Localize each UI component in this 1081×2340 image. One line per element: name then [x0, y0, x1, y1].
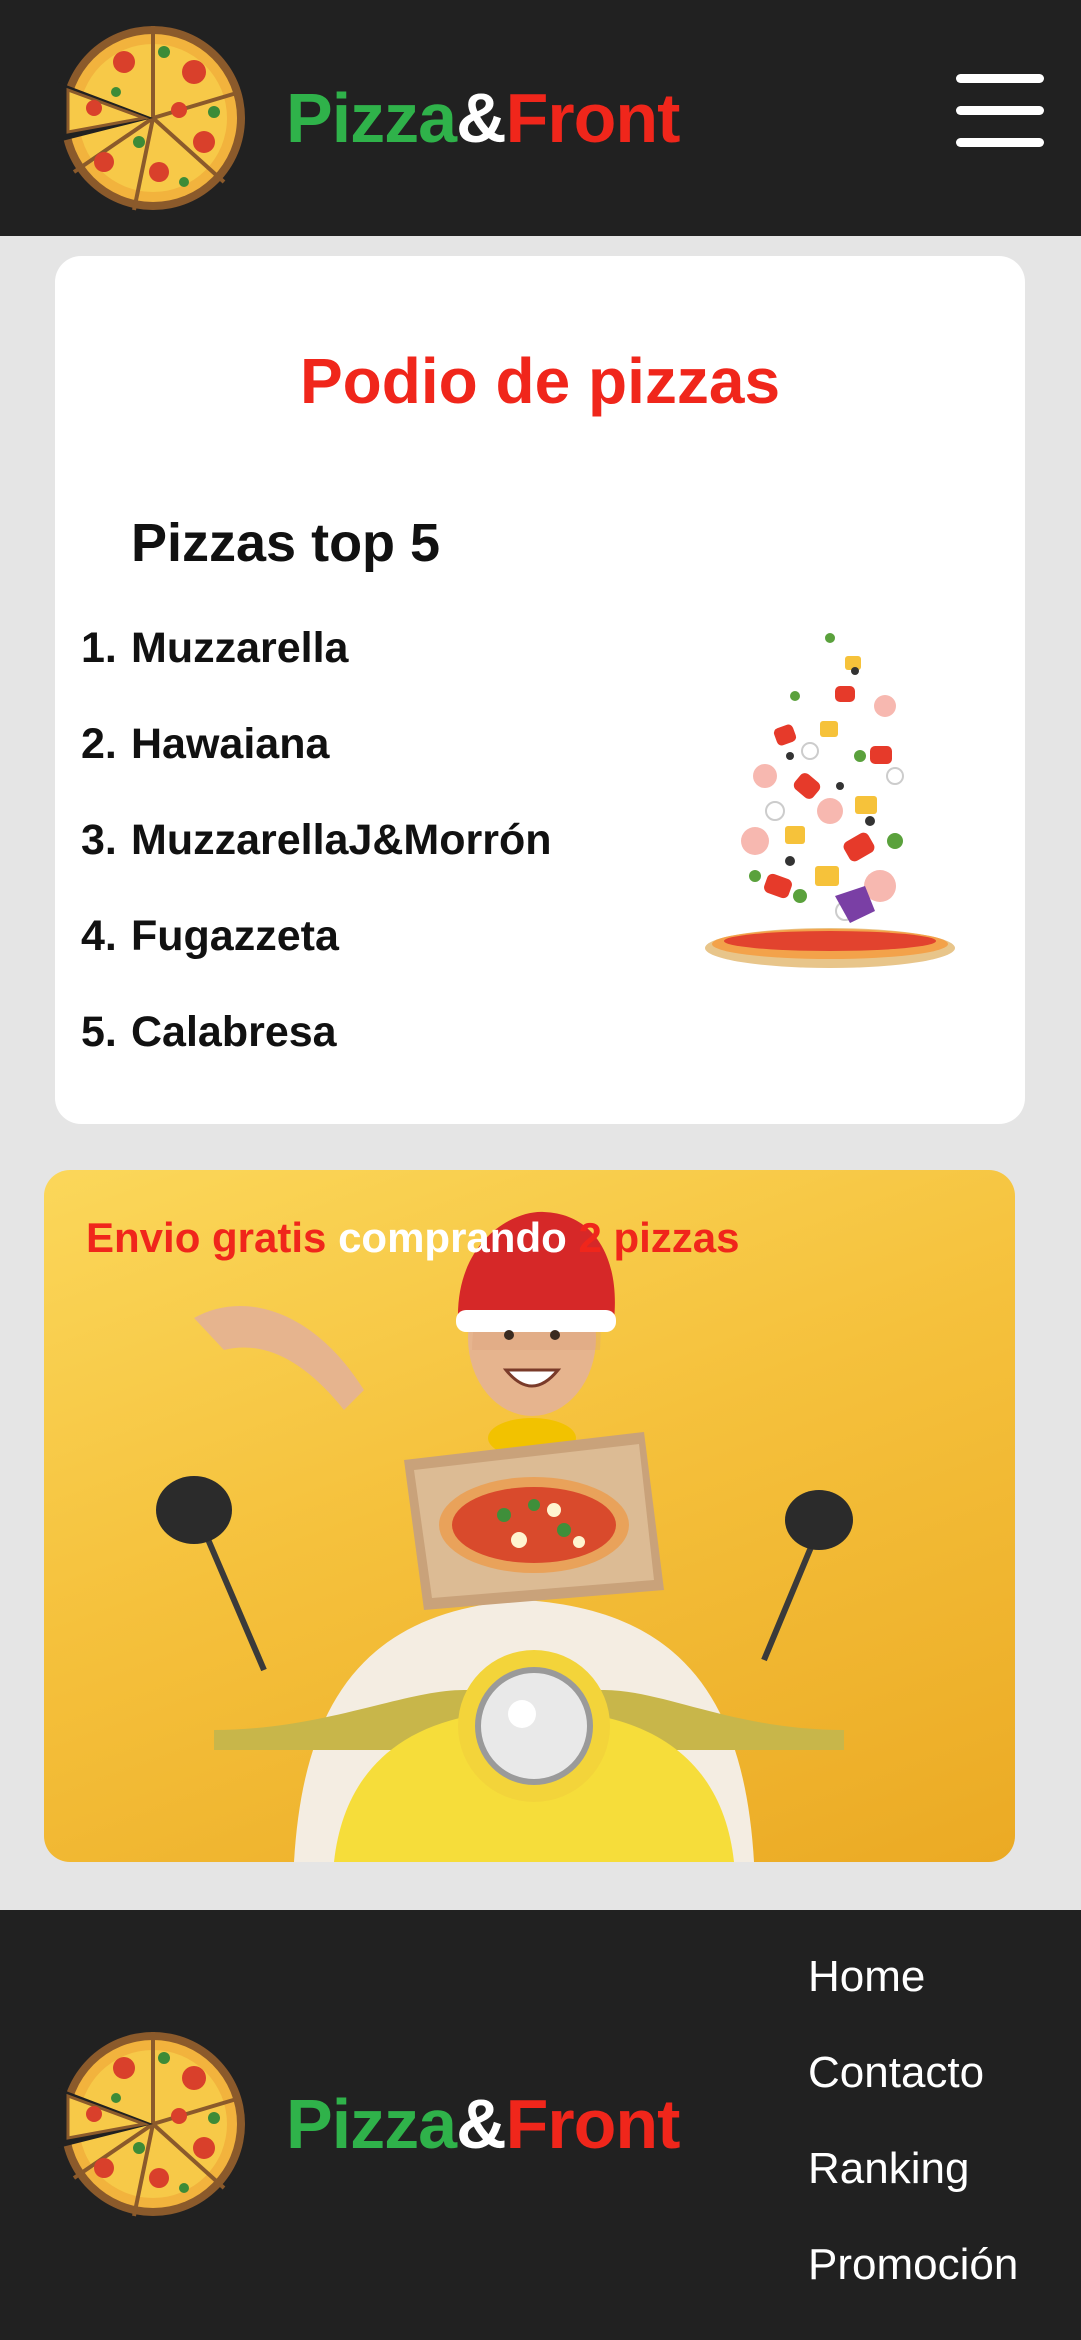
top-pizzas-list: 1. Muzzarella 2. Hawaiana 3. MuzzarellaJ&Mo…	[81, 624, 552, 1104]
footer-link-ranking[interactable]: Ranking	[808, 2144, 1018, 2240]
list-item: 2. Hawaiana	[81, 720, 330, 768]
promo-quantity: 2 pizzas	[578, 1214, 740, 1261]
brand-name[interactable]: Pizza&Front	[286, 76, 681, 160]
list-item: 3. MuzzarellaJ&Morrón	[81, 816, 552, 864]
pizza-name: Calabresa	[131, 1008, 337, 1056]
footer-nav: Home Contacto Ranking Promoción	[808, 1952, 1018, 2336]
pizza-name: Hawaiana	[131, 720, 330, 768]
site-footer: Pizza&Front Home Contacto Ranking Promoc…	[0, 1910, 1081, 2340]
promo-free-shipping: Envio gratis	[86, 1214, 327, 1261]
footer-link-contacto[interactable]: Contacto	[808, 2048, 1018, 2144]
footer-link-home[interactable]: Home	[808, 1952, 1018, 2048]
pizza-name: MuzzarellaJ&Morrón	[131, 816, 552, 864]
promo-text: Envio gratis comprando 2 pizzas	[86, 1214, 740, 1262]
delivery-courier-on-scooter-image	[156, 1211, 853, 1862]
list-item: 5. Calabresa	[81, 1008, 337, 1056]
podium-card: Podio de pizzas Pizzas top 5 1. Muzzarell…	[55, 256, 1025, 1124]
brand-ampersand: &	[456, 2085, 507, 2163]
pizza-name: Muzzarella	[131, 624, 349, 672]
brand-part-front: Front	[505, 2085, 681, 2163]
brand-part-pizza: Pizza	[286, 2085, 457, 2163]
site-header: Pizza&Front	[0, 0, 1081, 236]
podium-subtitle: Pizzas top 5	[131, 513, 441, 573]
promo-buying: comprando	[326, 1214, 579, 1261]
brand-part-pizza: Pizza	[286, 79, 457, 157]
brand-ampersand: &	[456, 79, 507, 157]
pizza-logo-icon[interactable]	[44, 2028, 262, 2220]
footer-brand-name[interactable]: Pizza&Front	[286, 2082, 681, 2166]
pizza-logo-icon[interactable]	[44, 22, 262, 214]
flying-pizza-ingredients-image	[705, 633, 955, 968]
podium-title: Podio de pizzas	[299, 345, 781, 417]
brand-part-front: Front	[505, 79, 681, 157]
list-item: 1. Muzzarella	[81, 624, 349, 672]
footer-link-promocion[interactable]: Promoción	[808, 2240, 1018, 2336]
promo-banner[interactable]: Envio gratis comprando 2 pizzas	[44, 1170, 1015, 1862]
pizza-name: Fugazzeta	[131, 912, 339, 960]
hamburger-menu-icon[interactable]	[956, 70, 1044, 152]
list-item: 4. Fugazzeta	[81, 912, 339, 960]
